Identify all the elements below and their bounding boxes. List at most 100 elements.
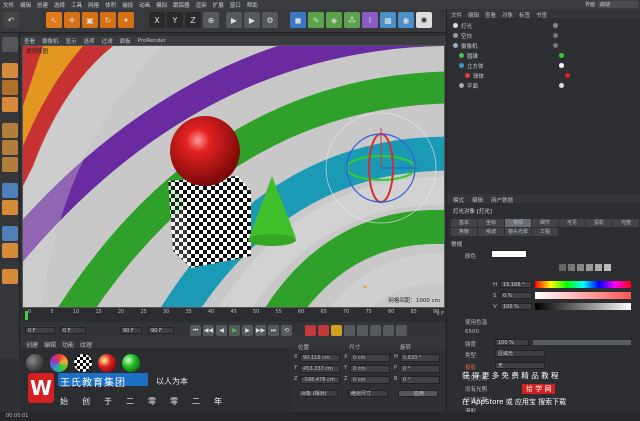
- viewport-menu-item[interactable]: 查看: [24, 37, 35, 45]
- viewport-menu-item[interactable]: 选项: [84, 37, 95, 45]
- attr-tab[interactable]: 常规: [505, 219, 531, 227]
- key-selection-icon[interactable]: [331, 325, 342, 336]
- value-slider[interactable]: [535, 303, 631, 310]
- object-menu-item[interactable]: 书签: [536, 11, 547, 19]
- object-row[interactable]: 空白: [453, 31, 633, 40]
- wheel-icon[interactable]: [559, 264, 566, 271]
- attr-menu-item[interactable]: 用户数据: [491, 196, 513, 204]
- material-tag-icon[interactable]: [553, 23, 558, 28]
- material-menu-item[interactable]: 编辑: [44, 340, 56, 349]
- attr-tab[interactable]: 焦散: [451, 228, 477, 236]
- hue-slider[interactable]: [535, 281, 631, 288]
- material-tag-icon[interactable]: [553, 43, 558, 48]
- auto-key-icon[interactable]: [318, 325, 329, 336]
- object-row[interactable]: 灯光: [453, 21, 633, 30]
- y-axis-button[interactable]: Y: [167, 12, 183, 28]
- viewport-menu-item[interactable]: 摄像机: [42, 37, 59, 45]
- next-frame-icon[interactable]: ▶: [242, 325, 253, 336]
- type-select[interactable]: 区域光: [495, 350, 545, 357]
- next-key-icon[interactable]: ▶▶: [255, 325, 266, 336]
- render-view-icon[interactable]: ▶: [226, 12, 242, 28]
- solo-icon[interactable]: [2, 269, 18, 284]
- coord-mode-select[interactable]: 对象 (相对): [298, 390, 338, 397]
- record-icon[interactable]: [305, 325, 316, 336]
- lock-workplane-icon[interactable]: [2, 243, 18, 258]
- coord-field[interactable]: 453.337 cm: [300, 365, 340, 373]
- intensity-slider[interactable]: [533, 340, 631, 345]
- object-menu-item[interactable]: 查看: [485, 11, 496, 19]
- h-field[interactable]: 15.166 °: [500, 281, 532, 288]
- viewport-menu-item[interactable]: 过滤: [102, 37, 113, 45]
- min-frame-field[interactable]: 0 F: [60, 327, 86, 334]
- menu-item[interactable]: 窗口: [230, 1, 241, 9]
- cube-icon[interactable]: ◼: [290, 12, 306, 28]
- scene-icon[interactable]: ▦: [380, 12, 396, 28]
- start-frame-field[interactable]: 0 F: [25, 327, 55, 334]
- viewport-menu-item[interactable]: 显示: [66, 37, 77, 45]
- attr-menu-item[interactable]: 编辑: [472, 196, 483, 204]
- texture-mode-icon[interactable]: [2, 80, 18, 95]
- snap-icon[interactable]: [2, 226, 18, 241]
- menu-item[interactable]: 跟踪器: [173, 1, 190, 9]
- attr-tab[interactable]: 投影: [586, 219, 612, 227]
- points-mode-icon[interactable]: [2, 123, 18, 138]
- undo-icon[interactable]: ↶: [3, 12, 19, 28]
- rgb-icon[interactable]: [586, 264, 593, 271]
- attr-tab[interactable]: 坐标: [478, 219, 504, 227]
- last-frame-icon[interactable]: ⏭: [268, 325, 279, 336]
- object-menu-item[interactable]: 文件: [451, 11, 462, 19]
- attr-tab[interactable]: 镜头光晕: [505, 228, 531, 236]
- size-mode-select[interactable]: 绝对尺寸: [348, 390, 388, 397]
- attr-tab[interactable]: 光度: [613, 219, 639, 227]
- first-frame-icon[interactable]: ⏮: [190, 325, 201, 336]
- menu-item[interactable]: 创建: [37, 1, 48, 9]
- menu-item[interactable]: 渲染: [196, 1, 207, 9]
- saturation-slider[interactable]: [535, 292, 631, 299]
- recent-icon[interactable]: ✦: [118, 12, 134, 28]
- object-row[interactable]: 摄像机: [453, 41, 633, 50]
- material-menu-item[interactable]: 功能: [62, 340, 74, 349]
- material-tag-icon[interactable]: [559, 63, 564, 68]
- loop-icon[interactable]: ⟲: [281, 325, 292, 336]
- axis-mode-icon[interactable]: [2, 183, 18, 198]
- tweak-mode-icon[interactable]: [2, 200, 18, 215]
- menu-item[interactable]: 编辑: [20, 1, 31, 9]
- render-settings-icon[interactable]: ⚙: [262, 12, 278, 28]
- viewport-menu-item[interactable]: 面板: [120, 37, 131, 45]
- material-menu-item[interactable]: 纹理: [80, 340, 92, 349]
- scale-icon[interactable]: ▣: [82, 12, 98, 28]
- coord-field[interactable]: 5.633 °: [400, 354, 440, 362]
- menu-item[interactable]: 网格: [88, 1, 99, 9]
- pen-icon[interactable]: ✎: [308, 12, 324, 28]
- shadow-select[interactable]: 无: [495, 362, 545, 369]
- end-frame-field[interactable]: 90 F: [148, 327, 174, 334]
- deformer-icon[interactable]: ⌇: [362, 12, 378, 28]
- material-tag-icon[interactable]: [559, 53, 564, 58]
- max-frame-field[interactable]: 90 F: [120, 327, 142, 334]
- object-menu-item[interactable]: 标签: [519, 11, 530, 19]
- select-icon[interactable]: ↖: [46, 12, 62, 28]
- menu-item[interactable]: 帮助: [247, 1, 258, 9]
- attr-tab[interactable]: 噪波: [478, 228, 504, 236]
- workplane-icon[interactable]: [2, 97, 18, 112]
- coord-field[interactable]: 0 cm: [350, 354, 390, 362]
- subdivision-icon[interactable]: ◈: [326, 12, 342, 28]
- play-icon[interactable]: ▶: [229, 325, 240, 336]
- material-tag-icon[interactable]: [553, 33, 558, 38]
- attr-tab[interactable]: 可见: [559, 219, 585, 227]
- prev-frame-icon[interactable]: ◀: [216, 325, 227, 336]
- attr-menu-item[interactable]: 模式: [453, 196, 464, 204]
- camera-icon[interactable]: ◉: [398, 12, 414, 28]
- edges-mode-icon[interactable]: [2, 140, 18, 155]
- v-field[interactable]: 100 %: [500, 303, 532, 310]
- model-mode-icon[interactable]: [2, 63, 18, 78]
- material-tag-icon[interactable]: [565, 73, 570, 78]
- prev-key-icon[interactable]: ◀◀: [203, 325, 214, 336]
- kelvin-icon[interactable]: [604, 264, 611, 271]
- object-menu-item[interactable]: 对象: [502, 11, 513, 19]
- move-icon[interactable]: ✛: [64, 12, 80, 28]
- scale-key-icon[interactable]: [370, 325, 381, 336]
- intensity-field[interactable]: 100 %: [495, 339, 529, 346]
- polygons-mode-icon[interactable]: [2, 157, 18, 172]
- coord-field[interactable]: -588.478 cm: [300, 376, 340, 384]
